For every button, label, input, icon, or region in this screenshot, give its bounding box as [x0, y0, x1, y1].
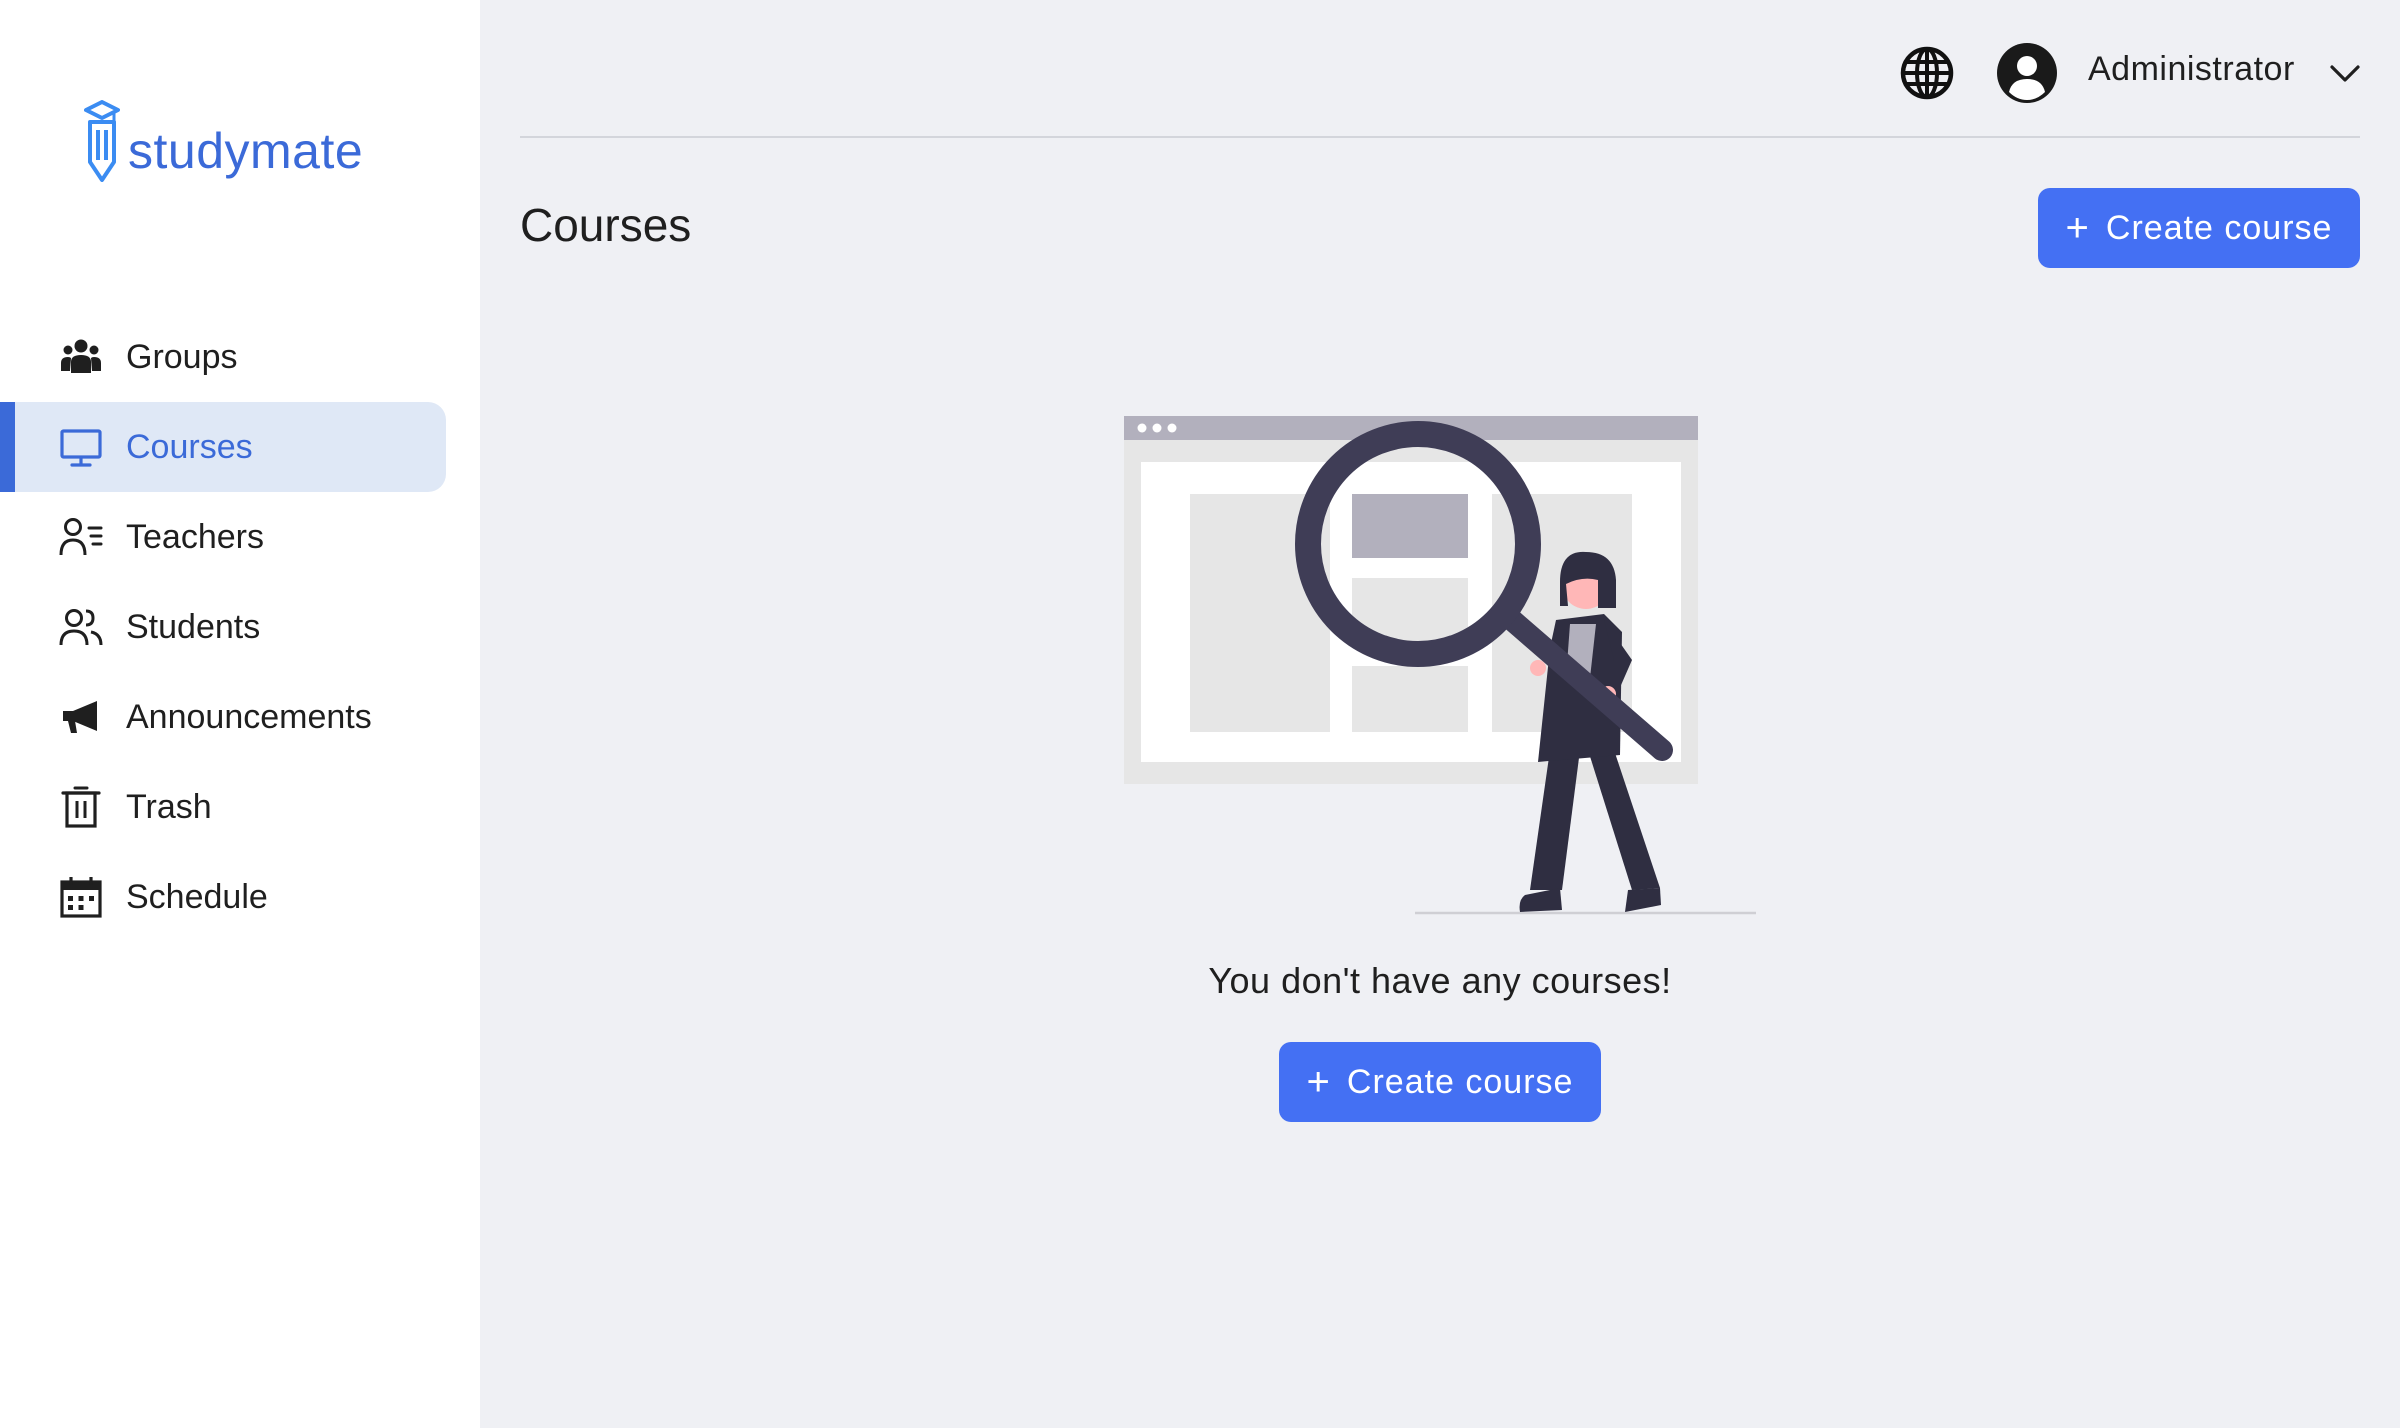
pencil-cap-icon — [84, 100, 120, 182]
megaphone-icon — [58, 694, 104, 740]
sidebar-item-label: Teachers — [126, 517, 264, 556]
sidebar: studymate Groups Courses Teachers Studen… — [0, 0, 480, 1428]
studymate-logo[interactable]: studymate — [84, 100, 363, 182]
sidebar-item-trash[interactable]: Trash — [0, 762, 446, 852]
brand-name: studymate — [128, 123, 364, 179]
globe-icon[interactable] — [1898, 44, 1956, 102]
trash-icon — [58, 784, 104, 830]
sidebar-item-label: Announcements — [126, 697, 372, 736]
create-course-button[interactable]: + Create course — [2038, 188, 2360, 268]
sidebar-nav: Groups Courses Teachers Students Announc… — [0, 312, 480, 942]
sidebar-item-groups[interactable]: Groups — [0, 312, 446, 402]
sidebar-item-label: Trash — [126, 787, 212, 826]
user-name[interactable]: Administrator — [2088, 50, 2295, 89]
monitor-icon — [58, 424, 104, 470]
sidebar-item-label: Groups — [126, 337, 238, 376]
teacher-icon — [58, 514, 104, 560]
sidebar-item-label: Schedule — [126, 877, 268, 916]
header-divider — [520, 136, 2360, 138]
sidebar-item-teachers[interactable]: Teachers — [0, 492, 446, 582]
calendar-icon — [58, 874, 104, 920]
plus-icon: + — [2065, 206, 2090, 250]
sidebar-item-students[interactable]: Students — [0, 582, 446, 672]
sidebar-item-announcements[interactable]: Announcements — [0, 672, 446, 762]
create-course-label: Create course — [1346, 1062, 1574, 1101]
plus-icon: + — [1306, 1060, 1331, 1104]
students-icon — [58, 604, 104, 650]
avatar-icon[interactable] — [1996, 42, 2058, 104]
empty-state-create-course-button[interactable]: + Create course — [1279, 1042, 1601, 1122]
create-course-label: Create course — [2105, 208, 2333, 247]
search-illustration — [1124, 416, 1756, 915]
empty-state-message: You don't have any courses! — [1208, 960, 1672, 1001]
sidebar-item-courses[interactable]: Courses — [0, 402, 446, 492]
sidebar-item-label: Courses — [126, 427, 253, 466]
page-title: Courses — [520, 199, 692, 251]
sidebar-item-label: Students — [126, 607, 261, 646]
chevron-down-icon[interactable] — [2328, 58, 2362, 88]
groups-icon — [58, 334, 104, 380]
sidebar-item-schedule[interactable]: Schedule — [0, 852, 446, 942]
